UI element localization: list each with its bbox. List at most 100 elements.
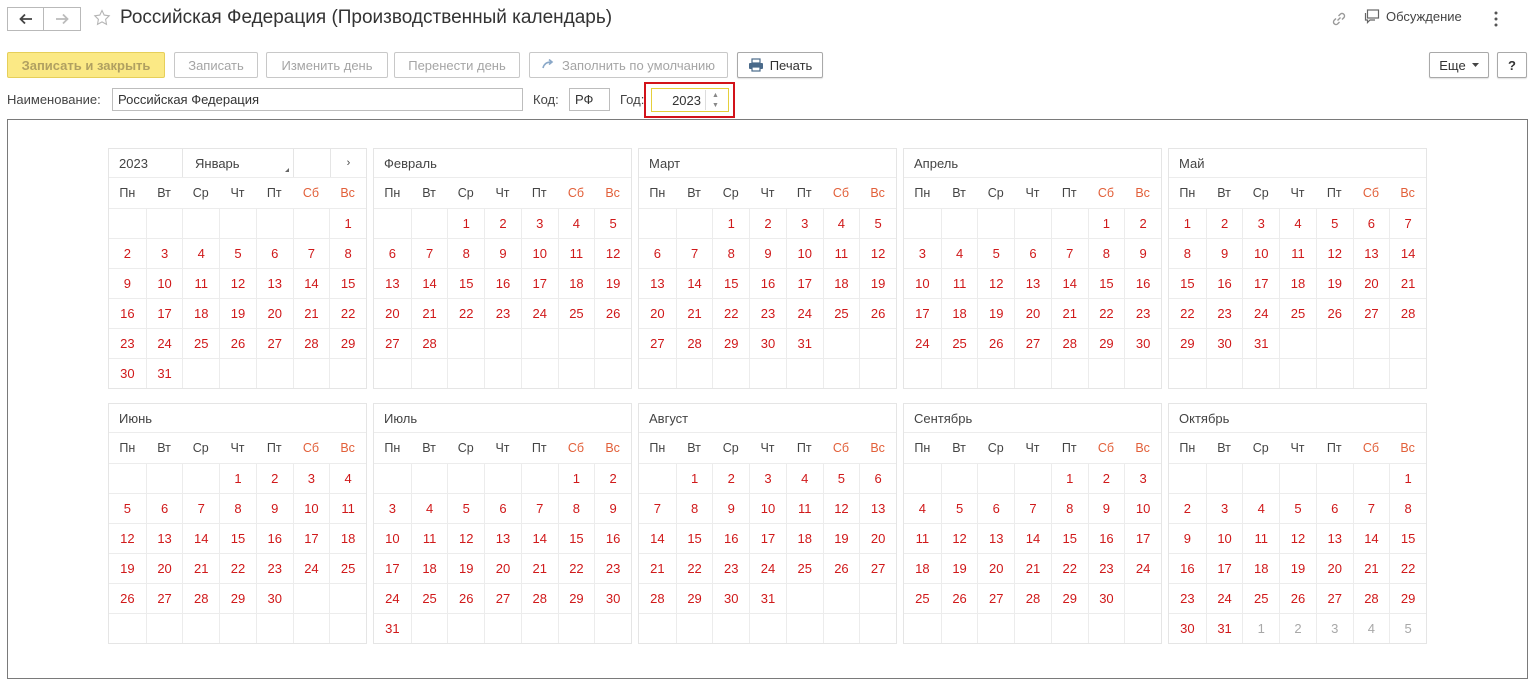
day-cell[interactable]: 12 [977,268,1015,298]
day-cell[interactable]: 19 [1315,268,1353,298]
day-cell[interactable]: 14 [1050,268,1088,298]
day-cell[interactable]: 6 [145,493,183,523]
day-cell[interactable]: 5 [977,238,1015,268]
day-cell[interactable]: 23 [1087,553,1125,583]
day-cell[interactable]: 4 [940,238,978,268]
day-cell[interactable]: 19 [1279,553,1316,583]
day-cell[interactable]: 8 [1169,238,1206,268]
day-cell[interactable]: 12 [219,268,256,298]
day-cell[interactable]: 18 [557,268,595,298]
day-cell[interactable]: 27 [1014,328,1051,358]
day-cell[interactable]: 17 [1124,523,1161,553]
day-cell[interactable]: 15 [1050,523,1088,553]
day-cell[interactable]: 8 [557,493,595,523]
help-button[interactable]: ? [1497,52,1527,78]
day-cell[interactable]: 19 [822,523,860,553]
day-cell[interactable]: 26 [447,583,485,613]
day-cell[interactable]: 18 [822,268,860,298]
day-cell[interactable]: 30 [1124,328,1161,358]
day-cell[interactable]: 11 [182,268,220,298]
day-cell[interactable]: 10 [145,268,183,298]
day-cell[interactable]: 22 [712,298,750,328]
day-cell[interactable]: 24 [1242,298,1280,328]
day-cell[interactable]: 10 [785,238,823,268]
day-cell[interactable]: 9 [1087,493,1125,523]
day-cell[interactable]: 23 [109,328,146,358]
day-cell[interactable]: 30 [255,583,293,613]
day-cell[interactable]: 25 [785,553,823,583]
day-cell[interactable]: 19 [109,553,146,583]
day-cell[interactable]: 16 [749,268,786,298]
day-cell[interactable]: 3 [374,493,411,523]
day-cell[interactable]: 2 [1279,613,1316,643]
day-cell[interactable]: 2 [1169,493,1206,523]
day-cell[interactable]: 7 [1014,493,1051,523]
day-cell[interactable]: 26 [1279,583,1316,613]
day-cell[interactable]: 22 [447,298,485,328]
day-cell[interactable]: 26 [1315,298,1353,328]
day-cell[interactable]: 24 [785,298,823,328]
day-cell[interactable]: 28 [639,583,676,613]
day-cell[interactable]: 23 [712,553,750,583]
day-cell[interactable]: 25 [822,298,860,328]
day-cell[interactable]: 1 [1050,463,1088,493]
day-cell[interactable]: 23 [255,553,293,583]
day-cell[interactable]: 10 [374,523,411,553]
day-cell[interactable]: 14 [1352,523,1390,553]
day-cell[interactable]: 30 [594,583,631,613]
day-cell[interactable]: 25 [329,553,366,583]
save-and-close-button[interactable]: Записать и закрыть [7,52,165,78]
more-button[interactable]: Еще [1429,52,1489,78]
day-cell[interactable]: 29 [1169,328,1206,358]
day-cell[interactable]: 15 [1389,523,1426,553]
day-cell[interactable]: 2 [109,238,146,268]
day-cell[interactable]: 17 [1242,268,1280,298]
day-cell[interactable]: 27 [639,328,676,358]
day-cell[interactable]: 11 [822,238,860,268]
day-cell[interactable]: 2 [1087,463,1125,493]
day-cell[interactable]: 5 [1315,208,1353,238]
day-cell[interactable]: 4 [1279,208,1316,238]
day-cell[interactable]: 25 [410,583,448,613]
day-cell[interactable]: 11 [329,493,366,523]
day-cell[interactable]: 26 [822,553,860,583]
day-cell[interactable]: 6 [1014,238,1051,268]
day-cell[interactable]: 6 [1352,208,1390,238]
day-cell[interactable]: 4 [329,463,366,493]
day-cell[interactable]: 13 [1352,238,1390,268]
day-cell[interactable]: 10 [904,268,941,298]
day-cell[interactable]: 3 [749,463,786,493]
day-cell[interactable]: 25 [1279,298,1316,328]
day-cell[interactable]: 16 [109,298,146,328]
day-cell[interactable]: 18 [1279,268,1316,298]
day-cell[interactable]: 29 [557,583,595,613]
day-cell[interactable]: 12 [109,523,146,553]
day-cell[interactable]: 25 [182,328,220,358]
day-cell[interactable]: 21 [182,553,220,583]
day-cell[interactable]: 22 [1389,553,1426,583]
back-button[interactable] [7,7,44,31]
day-cell[interactable]: 17 [904,298,941,328]
day-cell[interactable]: 27 [977,583,1015,613]
day-cell[interactable]: 20 [1014,298,1051,328]
header-month-select[interactable]: Январь [183,149,294,177]
day-cell[interactable]: 7 [292,238,330,268]
day-cell[interactable]: 10 [749,493,786,523]
day-cell[interactable]: 19 [940,553,978,583]
day-cell[interactable]: 1 [675,463,713,493]
day-cell[interactable]: 17 [1205,553,1243,583]
day-cell[interactable]: 1 [329,208,366,238]
day-cell[interactable]: 9 [1169,523,1206,553]
day-cell[interactable]: 5 [940,493,978,523]
day-cell[interactable]: 16 [484,268,521,298]
day-cell[interactable]: 1 [712,208,750,238]
day-cell[interactable]: 28 [520,583,558,613]
star-icon[interactable] [93,9,111,27]
day-cell[interactable]: 15 [557,523,595,553]
day-cell[interactable]: 1 [1242,613,1280,643]
day-cell[interactable]: 10 [292,493,330,523]
day-cell[interactable]: 28 [410,328,448,358]
day-cell[interactable]: 9 [255,493,293,523]
day-cell[interactable]: 7 [675,238,713,268]
day-cell[interactable]: 28 [292,328,330,358]
